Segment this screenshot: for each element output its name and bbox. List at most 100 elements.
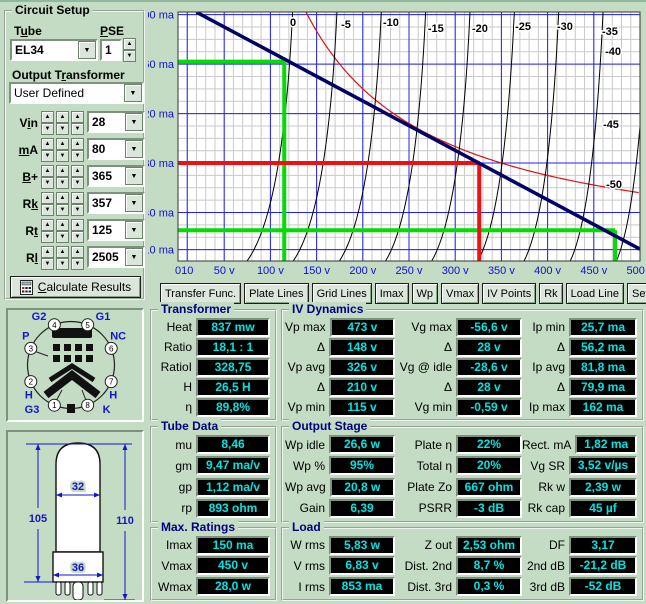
field-value: -21,2 dB: [569, 556, 637, 575]
chevron-down-icon[interactable]: ▼: [125, 167, 143, 185]
spin-down-button[interactable]: ▼: [71, 123, 84, 135]
rt-select[interactable]: 125 ▼: [87, 219, 145, 241]
rk-select[interactable]: 357 ▼: [87, 192, 145, 214]
ma-value: 80: [89, 142, 125, 156]
spin-down-button[interactable]: ▼: [56, 204, 69, 216]
vin-value: 28: [89, 115, 125, 129]
tube-socket-diagram: 1G32H3P4G25G16NC7H8K: [8, 310, 142, 420]
toolbar-button-transfer-func[interactable]: Transfer Func.: [160, 283, 241, 304]
calculate-results-label: Calculate Results: [38, 280, 131, 294]
toolbar-button-plate-lines[interactable]: Plate Lines: [244, 283, 308, 304]
calculate-results-button[interactable]: Calculate Results: [10, 276, 141, 298]
spin-up-button[interactable]: ▲: [71, 219, 84, 231]
chevron-down-icon[interactable]: ▼: [78, 41, 96, 59]
field-value: 2,39 w: [569, 478, 637, 497]
field-value: 81,8 ma: [569, 358, 637, 377]
field-value: 8,7 %: [456, 556, 522, 575]
panel-title: IV Dynamics: [289, 302, 366, 316]
spin-up-button[interactable]: ▲: [41, 111, 54, 123]
vin-select[interactable]: 28 ▼: [87, 111, 145, 133]
spin-up-button[interactable]: ▲: [56, 246, 69, 258]
spin-down-button[interactable]: ▼: [41, 123, 54, 135]
result-row: Vg min-0,59 v: [395, 398, 522, 417]
spin-down-button[interactable]: ▼: [56, 231, 69, 243]
spin-up-button[interactable]: ▲: [41, 165, 54, 177]
toolbar-button-grid-lines[interactable]: Grid Lines: [312, 283, 372, 304]
chevron-down-icon[interactable]: ▼: [125, 113, 143, 131]
plate-curves-graph[interactable]: 0-5-10-15-20-25-30-35-40-45-50200 ma160 …: [148, 2, 646, 280]
spin-up-button[interactable]: ▲: [41, 192, 54, 204]
field-value: 8,46: [196, 435, 270, 454]
toolbar-button-rk[interactable]: Rk: [539, 283, 562, 304]
field-value: 162 ma: [569, 398, 637, 417]
field-value: 837 mw: [196, 318, 270, 337]
spin-down-button[interactable]: ▼: [41, 150, 54, 162]
chevron-down-icon[interactable]: ▼: [124, 84, 142, 102]
spin-down-button[interactable]: ▼: [123, 50, 136, 62]
glass-height-dim: 105: [29, 513, 47, 525]
result-row: Rk w2,39 w: [522, 478, 637, 497]
pse-field[interactable]: 1: [100, 39, 122, 61]
ma-select[interactable]: 80 ▼: [87, 138, 145, 160]
spin-down-button[interactable]: ▼: [41, 231, 54, 243]
toolbar-button-load-line[interactable]: Load Line: [566, 283, 624, 304]
toolbar-button-wp[interactable]: Wp: [412, 283, 439, 304]
output-transformer-select[interactable]: User Defined ▼: [9, 82, 144, 104]
spin-up-button[interactable]: ▲: [56, 219, 69, 231]
spin-down-button[interactable]: ▼: [56, 123, 69, 135]
result-row: Wp %95%: [285, 456, 395, 475]
spin-down-button[interactable]: ▼: [56, 258, 69, 270]
svg-text:4: 4: [52, 321, 57, 330]
panel-title: Max. Ratings: [158, 520, 238, 534]
spin-up-button[interactable]: ▲: [56, 138, 69, 150]
electrode-structure: [31, 327, 98, 403]
chevron-down-icon[interactable]: ▼: [125, 194, 143, 212]
spin-down-button[interactable]: ▼: [41, 204, 54, 216]
spin-down-button[interactable]: ▼: [56, 177, 69, 189]
rl-select[interactable]: 2505 ▼: [87, 246, 145, 268]
spin-up-button[interactable]: ▲: [71, 138, 84, 150]
spin-up-button[interactable]: ▲: [71, 111, 84, 123]
toolbar-button-imax[interactable]: Imax: [375, 283, 409, 304]
field-label: Plate Zo: [395, 480, 456, 494]
spin-up-button[interactable]: ▲: [123, 38, 136, 50]
chevron-down-icon[interactable]: ▼: [125, 221, 143, 239]
spin-down-button[interactable]: ▼: [71, 231, 84, 243]
spin-up-button[interactable]: ▲: [71, 246, 84, 258]
toolbar-button-setup[interactable]: Setup: [627, 283, 646, 304]
calculator-icon: [20, 280, 33, 295]
svg-text:6: 6: [109, 344, 114, 353]
tube-select[interactable]: EL34 ▼: [10, 39, 98, 61]
plate-curves-svg[interactable]: 0-5-10-15-20-25-30-35-40-45-50200 ma160 …: [148, 2, 646, 280]
pin-label-h: H: [109, 390, 117, 402]
spin-down-button[interactable]: ▼: [71, 204, 84, 216]
toolbar-button-iv-points[interactable]: IV Points: [482, 283, 536, 304]
spin-up-button[interactable]: ▲: [56, 111, 69, 123]
pin-label-g1: G1: [96, 311, 111, 323]
result-row: Ip min25,7 ma: [522, 318, 637, 337]
spin-down-button[interactable]: ▼: [71, 150, 84, 162]
result-row: Z out2,53 ohm: [395, 536, 522, 555]
spin-down-button[interactable]: ▼: [41, 258, 54, 270]
spin-up-button[interactable]: ▲: [56, 192, 69, 204]
toolbar-button-vmax[interactable]: Vmax: [441, 283, 479, 304]
chevron-down-icon[interactable]: ▼: [125, 248, 143, 266]
spin-down-button[interactable]: ▼: [71, 258, 84, 270]
spin-up-button[interactable]: ▲: [41, 246, 54, 258]
field-label: Heat: [154, 320, 196, 334]
spin-up-button[interactable]: ▲: [71, 165, 84, 177]
spin-up-button[interactable]: ▲: [41, 138, 54, 150]
spin-down-button[interactable]: ▼: [56, 150, 69, 162]
spin-up-button[interactable]: ▲: [41, 219, 54, 231]
field-label: Wp idle: [285, 438, 329, 452]
chevron-down-icon[interactable]: ▼: [125, 140, 143, 158]
spin-up-button[interactable]: ▲: [71, 192, 84, 204]
field-value: 89,8%: [196, 398, 270, 417]
spin-down-button[interactable]: ▼: [71, 177, 84, 189]
svg-text:80 ma: 80 ma: [148, 158, 175, 170]
bplus-select[interactable]: 365 ▼: [87, 165, 145, 187]
result-row: Wp avg20,8 w: [285, 478, 395, 497]
spin-down-button[interactable]: ▼: [41, 177, 54, 189]
tube-outline-drawing: 3210511036: [8, 432, 142, 600]
spin-up-button[interactable]: ▲: [56, 165, 69, 177]
